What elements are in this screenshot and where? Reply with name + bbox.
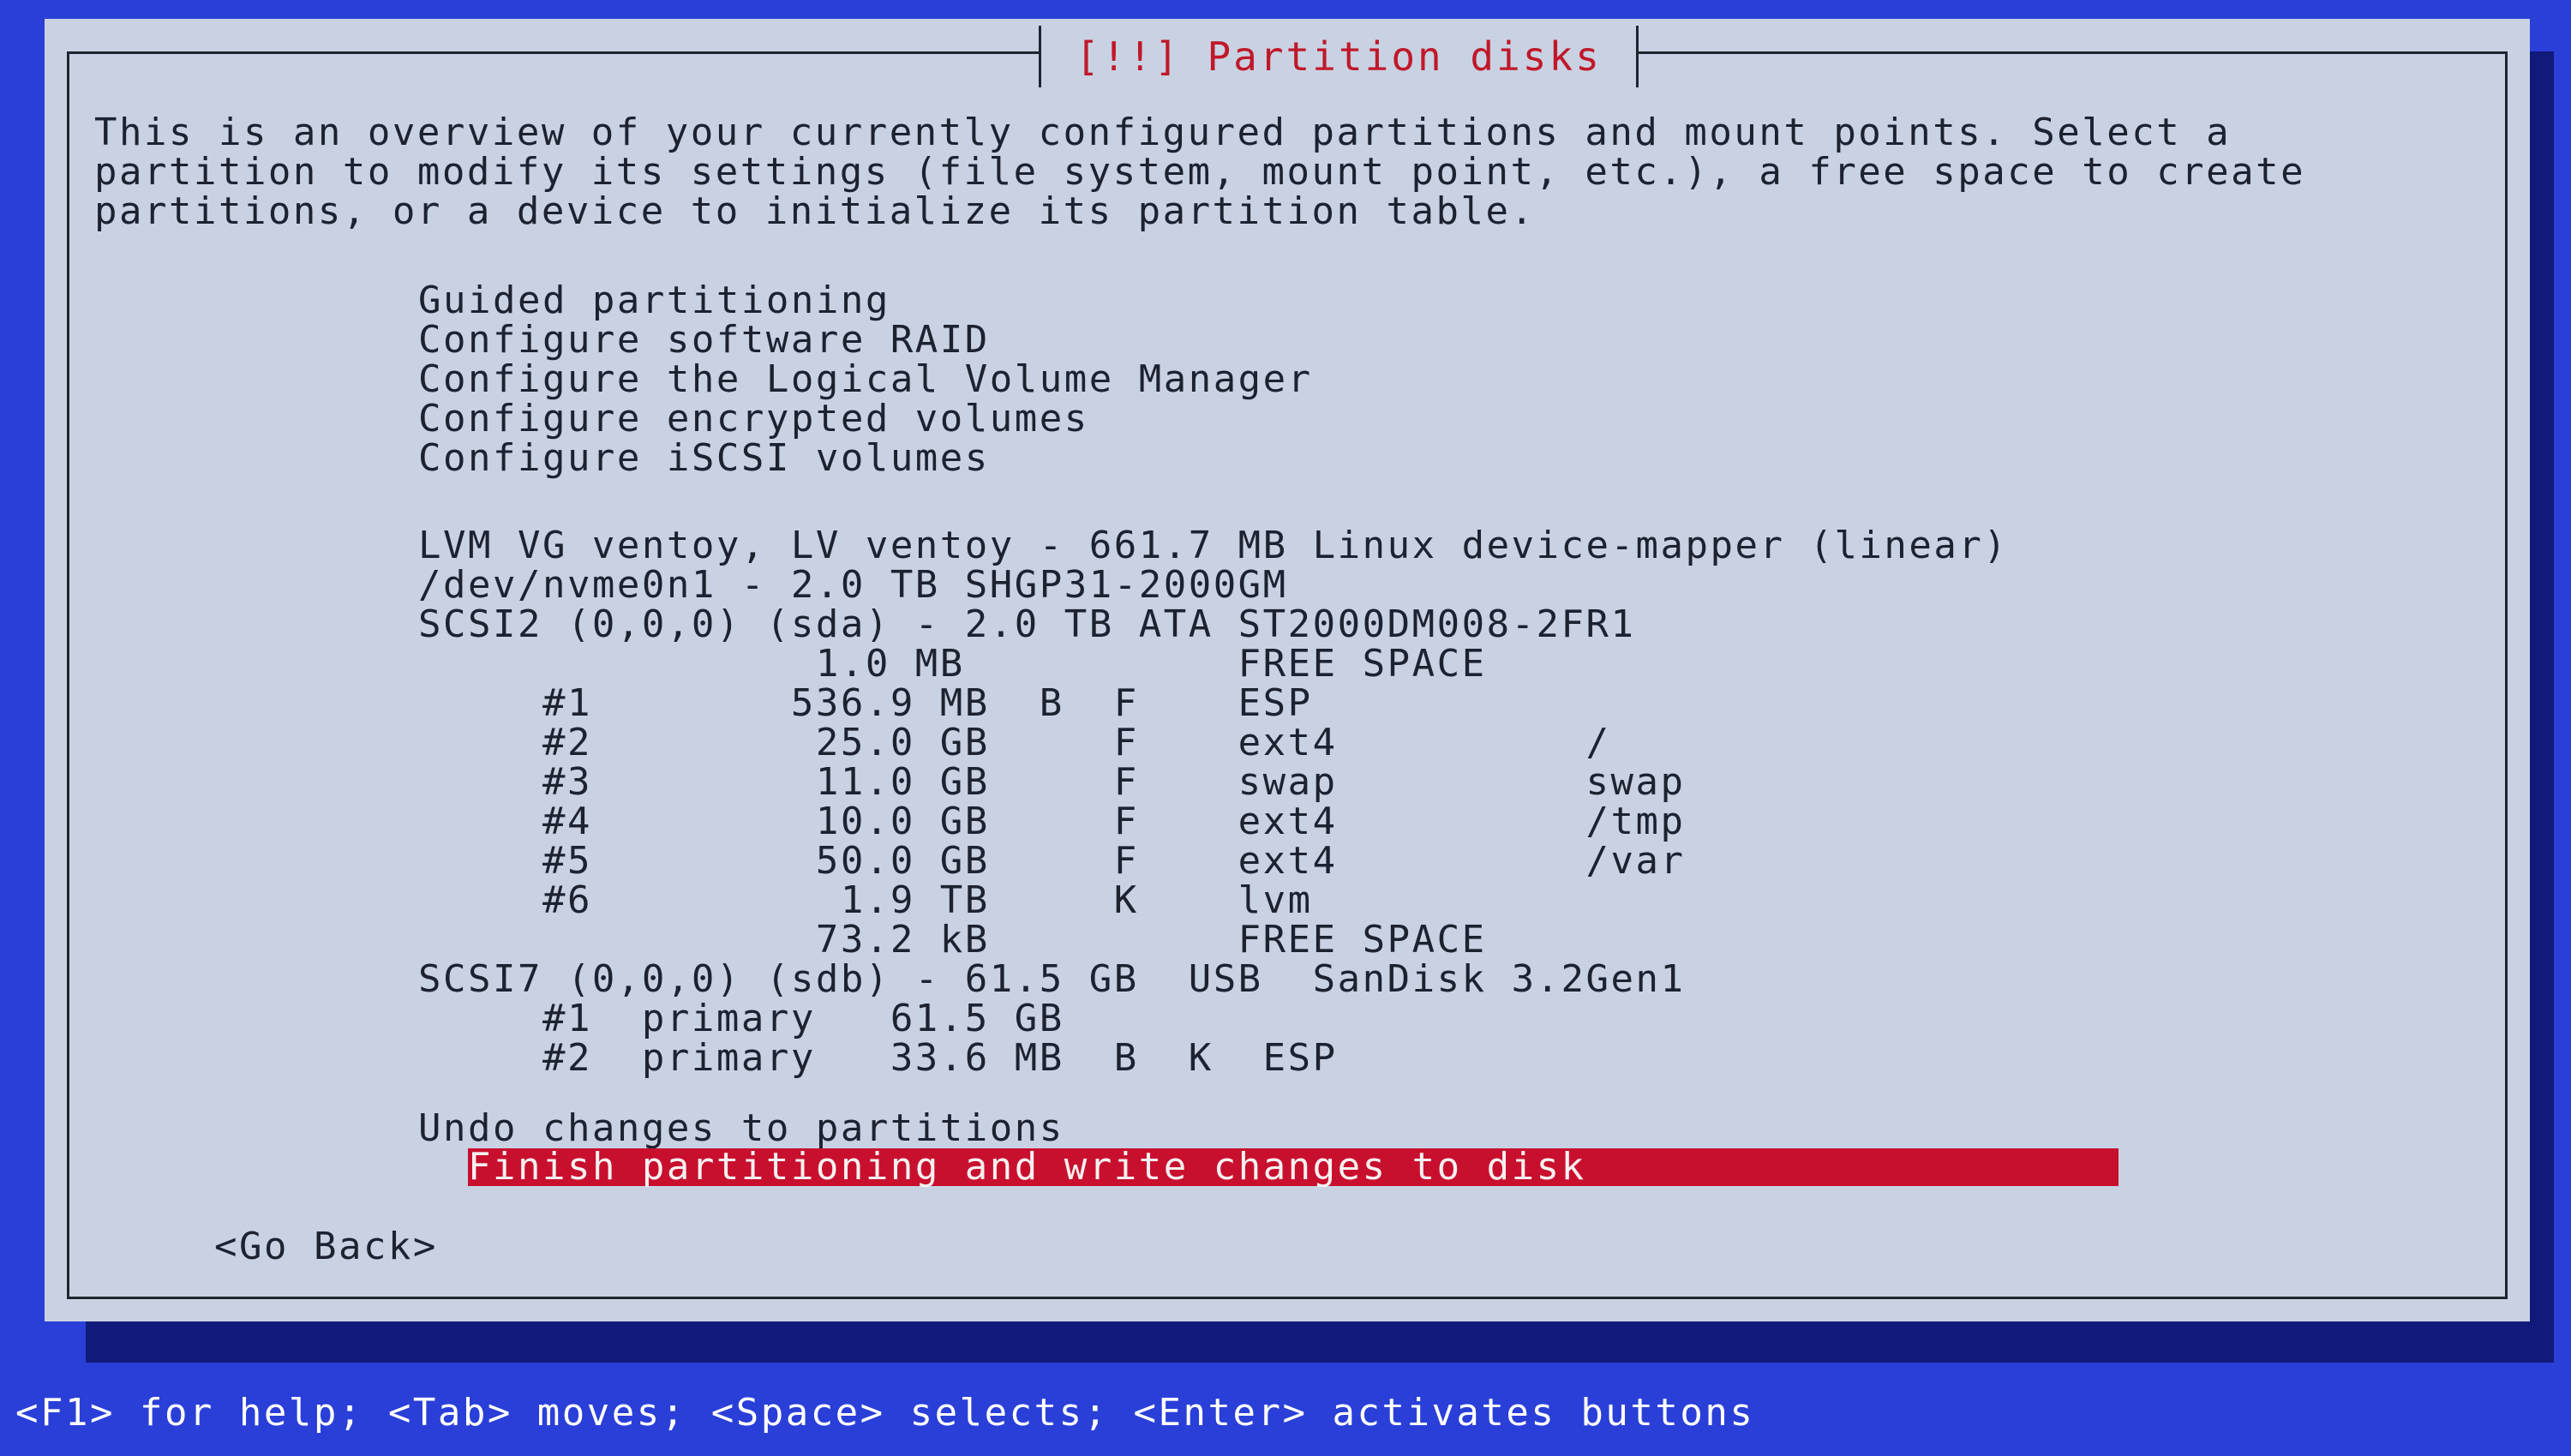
partition-row[interactable]: #2 25.0 GB F ext4 /: [418, 723, 1611, 763]
device-sda[interactable]: SCSI2 (0,0,0) (sda) - 2.0 TB ATA ST2000D…: [418, 605, 1636, 644]
partition-row[interactable]: #6 1.9 TB K lvm: [418, 881, 1313, 920]
device-nvme0n1[interactable]: /dev/nvme0n1 - 2.0 TB SHGP31-2000GM: [418, 566, 1288, 605]
intro-line: partitions, or a device to initialize it…: [94, 189, 1536, 233]
partition-row[interactable]: 73.2 kB FREE SPACE: [418, 920, 1487, 960]
dialog-title-box: [!!] Partition disks: [1039, 26, 1639, 87]
menu-guided-partitioning[interactable]: Guided partitioning: [418, 281, 890, 321]
intro-line: This is an overview of your currently co…: [94, 111, 2232, 154]
partition-row[interactable]: #2 primary 33.6 MB B K ESP: [418, 1039, 1338, 1078]
partition-row[interactable]: #1 primary 61.5 GB: [418, 999, 1064, 1039]
partition-dialog: [!!] Partition disks This is an overview…: [45, 19, 2530, 1321]
partition-row[interactable]: #3 11.0 GB F swap swap: [418, 763, 1686, 802]
finish-partitioning-label: Finish partitioning and write changes to…: [468, 1145, 1586, 1189]
intro-line: partition to modify its settings (file s…: [94, 150, 2306, 194]
finish-partitioning-item[interactable]: Finish partitioning and write changes to…: [468, 1145, 2119, 1189]
partition-row[interactable]: #1 536.9 MB B F ESP: [418, 684, 1313, 723]
menu-configure-iscsi[interactable]: Configure iSCSI volumes: [418, 439, 990, 478]
partition-row[interactable]: #4 10.0 GB F ext4 /tmp: [418, 802, 1686, 842]
menu-configure-raid[interactable]: Configure software RAID: [418, 321, 990, 360]
device-lvm-ventoy[interactable]: LVM VG ventoy, LV ventoy - 661.7 MB Linu…: [418, 526, 2008, 566]
partition-row[interactable]: 1.0 MB FREE SPACE: [418, 644, 1487, 684]
go-back-button[interactable]: <Go Back>: [214, 1227, 438, 1267]
dialog-title: [!!] Partition disks: [1076, 33, 1602, 80]
partition-row[interactable]: #5 50.0 GB F ext4 /var: [418, 842, 1686, 881]
menu-configure-lvm[interactable]: Configure the Logical Volume Manager: [418, 360, 1313, 399]
menu-configure-encrypted[interactable]: Configure encrypted volumes: [418, 399, 1089, 439]
device-sdb[interactable]: SCSI7 (0,0,0) (sdb) - 61.5 GB USB SanDis…: [418, 960, 1686, 999]
undo-changes-item[interactable]: Undo changes to partitions: [418, 1109, 1064, 1148]
status-bar-hint: <F1> for help; <Tab> moves; <Space> sele…: [15, 1391, 1755, 1435]
